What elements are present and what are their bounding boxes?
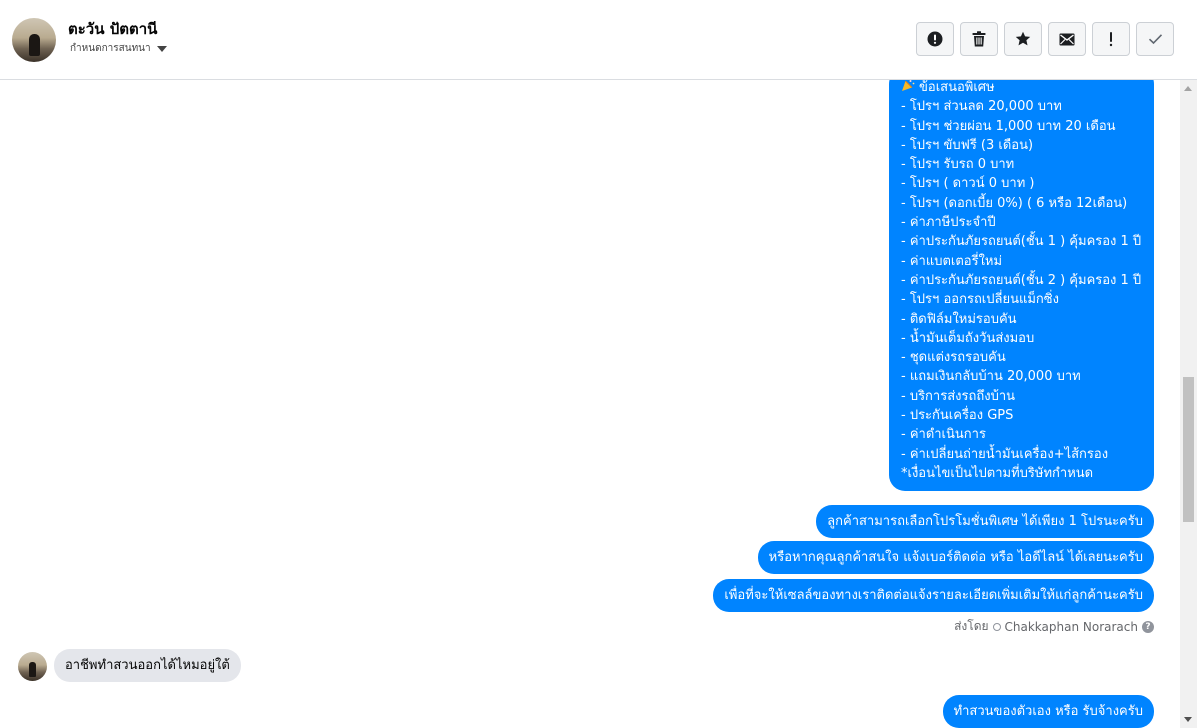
offer-line: - น้ำมันเต็มถังวันส่งมอบ [901, 330, 1035, 346]
offer-footnote: *เงื่อนไขเป็นไปตามที่บริษัทกำหนด [901, 465, 1094, 481]
offer-line: - ค่าภาษีประจำปี [901, 215, 996, 231]
offer-line: - แถมเงินกลับบ้าน 20,000 บาท [901, 369, 1081, 385]
offer-line: - โปรฯ รับรถ 0 บาท [901, 157, 1015, 173]
outgoing-message[interactable]: ลูกค้าสามารถเลือกโปรโมชั่นพิเศษ ได้เพียง… [816, 505, 1154, 539]
offer-message-bubble[interactable]: ข้อเสนอพิเศษ - โปรฯ ส่วนลด 20,000 บาท - โ… [889, 80, 1154, 491]
envelope-icon [1059, 33, 1075, 45]
star-icon [1015, 31, 1031, 46]
offer-line: - ค่าแบตเตอรี่ใหม่ [901, 253, 1003, 269]
party-popper-icon [902, 80, 915, 91]
offer-line: - โปรฯ ออกรถเปลี่ยนแม็กซิ่ง [901, 292, 1059, 308]
offer-title-line: ข้อเสนอพิเศษ [901, 80, 1142, 97]
offer-line: - ประกันเครื่อง GPS [901, 408, 1014, 424]
trash-icon [972, 31, 986, 47]
offer-lines: - โปรฯ ส่วนลด 20,000 บาท - โปรฯ ช่วยผ่อน … [901, 97, 1142, 464]
help-icon[interactable]: ? [1142, 620, 1154, 633]
conversation-status-dropdown[interactable]: กำหนดการสนทนา [70, 41, 167, 56]
sent-by-name[interactable]: Chakkaphan Norarach [1005, 620, 1138, 634]
outgoing-message[interactable]: หรือหากคุณลูกค้าสนใจ แจ้งเบอร์ติดต่อ หรื… [757, 541, 1154, 575]
priority-button[interactable] [1092, 22, 1130, 56]
offer-line: - ค่าเปลี่ยนถ่ายน้ำมันเครื่อง+ไส้กรอง [901, 446, 1109, 462]
offer-line: - ชุดแต่งรถรอบคัน [901, 350, 1006, 366]
outgoing-message[interactable]: เพื่อที่จะให้เซลล์ของทางเราติดต่อแจ้งราย… [713, 579, 1154, 613]
thread-scrollbar[interactable] [1180, 80, 1197, 728]
offer-line: - บริการส่งรถถึงบ้าน [901, 388, 1016, 404]
offer-line: - ติดฟิล์มใหม่รอบคัน [901, 311, 1017, 327]
sent-by-label: ส่งโดย [954, 619, 989, 633]
scroll-up-arrow-icon[interactable] [1184, 86, 1192, 91]
offer-line: - ค่าดำเนินการ [901, 427, 986, 443]
checkmark-icon [1148, 34, 1162, 45]
conversation-status-label: กำหนดการสนทนา [70, 43, 151, 54]
message-thread[interactable]: ข้อเสนอพิเศษ - โปรฯ ส่วนลด 20,000 บาท - โ… [0, 80, 1180, 728]
scroll-down-arrow-icon[interactable] [1184, 717, 1192, 722]
scrollbar-thumb[interactable] [1183, 377, 1194, 522]
outgoing-message[interactable]: ทำสวนของตัวเอง หรือ รับจ้างครับ [942, 695, 1154, 728]
mark-unread-button[interactable] [1048, 22, 1086, 56]
report-button[interactable] [916, 22, 954, 56]
conversation-header: ตะวัน ปัตตานี กำหนดการสนทนา [0, 0, 1197, 80]
sent-by-row: ส่งโดย Chakkaphan Norarach ? [954, 617, 1154, 636]
offer-line: - ค่าประกันภัยรถยนต์(ชั้น 2 ) คุ้มครอง 1… [901, 272, 1142, 288]
contact-avatar[interactable] [12, 18, 56, 62]
offer-line: - โปรฯ ขับฟรี (3 เดือน) [901, 137, 1034, 153]
caret-down-icon [156, 45, 167, 52]
sender-status-icon [992, 622, 1001, 631]
contact-name[interactable]: ตะวัน ปัตตานี [68, 17, 157, 41]
contact-avatar-small[interactable] [18, 652, 47, 681]
exclamation-circle-icon [927, 31, 943, 47]
delete-button[interactable] [960, 22, 998, 56]
offer-line: - โปรฯ ช่วยผ่อน 1,000 บาท 20 เดือน [901, 118, 1116, 134]
offer-line: - ค่าประกันภัยรถยนต์(ชั้น 1 ) คุ้มครอง 1… [901, 234, 1142, 250]
exclamation-icon [1109, 32, 1113, 47]
done-button[interactable] [1136, 22, 1174, 56]
offer-line: - โปรฯ ส่วนลด 20,000 บาท [901, 99, 1062, 115]
conversation-toolbar [916, 22, 1174, 56]
offer-title: ข้อเสนอพิเศษ [919, 80, 995, 95]
incoming-message[interactable]: อาชีพทำสวนออกได้ไหมอยู่ใต้ [54, 649, 241, 682]
star-button[interactable] [1004, 22, 1042, 56]
offer-line: - โปรฯ (ดอกเบี้ย 0%) ( 6 หรือ 12เดือน) [901, 195, 1128, 211]
offer-line: - โปรฯ ( ดาวน์ 0 บาท ) [901, 176, 1035, 192]
